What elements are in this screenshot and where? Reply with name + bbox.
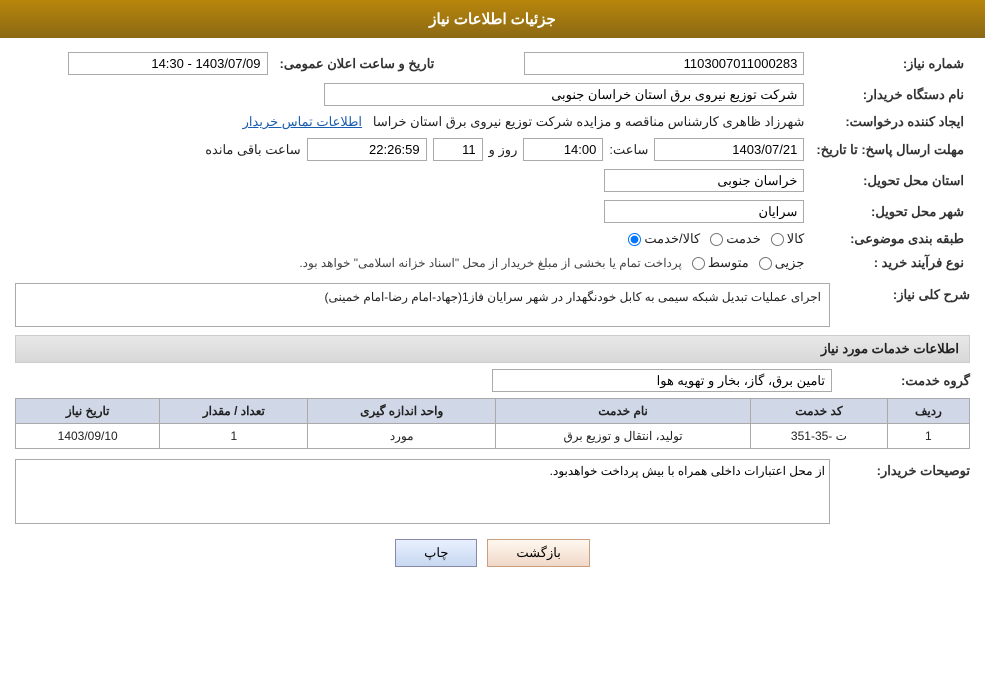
sharh-section: شرح کلی نیاز: اجرای عملیات تبدیل شبکه سی… [15,283,970,327]
ijad-link[interactable]: اطلاعات تماس خریدار [243,114,362,129]
ijad-label: ایجاد کننده درخواست: [810,110,970,134]
ostan-input[interactable] [604,169,804,192]
top-info-table: شماره نیاز: تاریخ و ساعت اعلان عمومی: نا… [15,48,970,275]
col-nam: نام خدمت [496,399,751,424]
mohlat-date-input[interactable] [654,138,804,161]
tarikh-value-cell [15,48,274,79]
sharh-label: شرح کلی نیاز: [840,283,970,303]
mohlat-saat-label: ساعت: [609,142,648,158]
nofarayand-jazzi-label: جزیی [775,255,805,271]
services-table: ردیف کد خدمت نام خدمت واحد اندازه گیری ت… [15,398,970,449]
nofarayand-jazzi-radio[interactable] [759,257,772,270]
table-cell: 1 [887,424,969,449]
nofarayand-motevaset-radio[interactable] [692,257,705,270]
col-radif: ردیف [887,399,969,424]
tabaqe-kala-khadamat-label: کالا/خدمت [644,231,700,247]
mohlat-row: ساعت: روز و ساعت باقی مانده [15,134,810,165]
ijad-value-cell: شهرزاد ظاهری کارشناس مناقصه و مزایده شرک… [15,110,810,134]
table-cell: مورد [308,424,496,449]
shahr-input[interactable] [604,200,804,223]
tabaqe-kala-khadamat-radio[interactable] [628,233,641,246]
shomara-input[interactable] [524,52,804,75]
mohlat-saat-input[interactable] [523,138,603,161]
table-row: 1ت -35-351تولید، انتقال و توزیع برقمورد1… [16,424,970,449]
tabaqe-khadamat-label: خدمت [726,231,761,247]
shomara-value-cell [454,48,810,79]
content-area: شماره نیاز: تاریخ و ساعت اعلان عمومی: نا… [0,38,985,587]
goroh-input[interactable] [492,369,832,392]
mohlat-mande-input[interactable] [307,138,427,161]
toseeh-textarea[interactable] [15,459,830,524]
shomara-label: شماره نیاز: [810,48,970,79]
button-row: بازگشت چاپ [15,539,970,567]
nofarayand-motevaset-label: متوسط [708,255,749,271]
nam-dastgah-label: نام دستگاه خریدار: [810,79,970,110]
tarikh-input[interactable] [68,52,268,75]
sharh-box: اجرای عملیات تبدیل شبکه سیمی به کابل خود… [15,283,830,327]
tabaqe-kala-radio[interactable] [771,233,784,246]
toseeh-label: توصیحات خریدار: [840,459,970,479]
nofarayand-motevaset-option[interactable]: متوسط [692,255,749,271]
nofarayand-value-cell: جزیی متوسط پرداخت تمام یا بخشی از مبلغ خ… [15,251,810,275]
tabaqe-value-cell: کالا خدمت کالا/خدمت [15,227,810,251]
table-cell: 1 [160,424,308,449]
shahr-label: شهر محل تحویل: [810,196,970,227]
khadamat-section-title: اطلاعات خدمات مورد نیاز [15,335,970,363]
shahr-value-cell [15,196,810,227]
tabaqe-khadamat-option[interactable]: خدمت [710,231,761,247]
tabaqe-kala-label: کالا [787,231,805,247]
ostan-value-cell [15,165,810,196]
page-title: جزئیات اطلاعات نیاز [429,11,556,28]
mohlat-mande-label: ساعت باقی مانده [205,142,300,158]
print-button[interactable]: چاپ [395,539,477,567]
nam-dastgah-input[interactable] [324,83,804,106]
back-button[interactable]: بازگشت [487,539,589,567]
table-cell: 1403/09/10 [16,424,160,449]
mohlat-rooz-input[interactable] [433,138,483,161]
toseeh-section: توصیحات خریدار: [15,459,970,524]
tabaqe-label: طبقه بندی موضوعی: [810,227,970,251]
page-wrapper: جزئیات اطلاعات نیاز شماره نیاز: تاریخ و … [0,0,985,691]
mohlat-label: مهلت ارسال پاسخ: تا تاریخ: [810,134,970,165]
col-tarikh: تاریخ نیاز [16,399,160,424]
goroh-label: گروه خدمت: [840,373,970,389]
table-cell: تولید، انتقال و توزیع برق [496,424,751,449]
nofarayand-label: نوع فرآیند خرید : [810,251,970,275]
mohlat-rooz-label: روز و [489,142,518,158]
nofarayand-text: پرداخت تمام یا بخشی از مبلغ خریدار از مح… [299,256,682,270]
tabaqe-kala-option[interactable]: کالا [771,231,805,247]
nam-dastgah-value-cell [15,79,810,110]
table-cell: ت -35-351 [751,424,888,449]
nofarayand-jazzi-option[interactable]: جزیی [759,255,805,271]
ostan-label: استان محل تحویل: [810,165,970,196]
sharh-text: اجرای عملیات تبدیل شبکه سیمی به کابل خود… [325,290,822,304]
col-tedad: تعداد / مقدار [160,399,308,424]
goroh-row: گروه خدمت: [15,369,970,392]
tarikh-label: تاریخ و ساعت اعلان عمومی: [274,48,455,79]
col-kod: کد خدمت [751,399,888,424]
col-vahed: واحد اندازه گیری [308,399,496,424]
ijad-text: شهرزاد ظاهری کارشناس مناقصه و مزایده شرک… [373,114,804,129]
tabaqe-kala-khadamat-option[interactable]: کالا/خدمت [628,231,700,247]
page-header: جزئیات اطلاعات نیاز [0,0,985,38]
tabaqe-khadamat-radio[interactable] [710,233,723,246]
